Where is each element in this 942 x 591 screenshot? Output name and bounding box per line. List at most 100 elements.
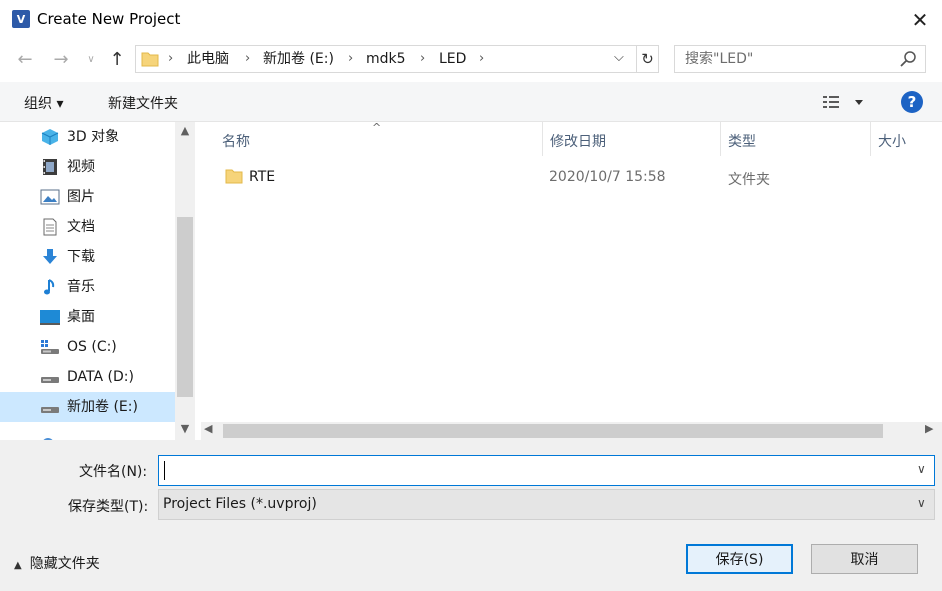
documents-icon — [43, 218, 57, 236]
desktop-icon — [40, 310, 60, 325]
breadcrumb-separator: › — [168, 51, 174, 66]
command-toolbar: 组织 ▾ 新建文件夹 ? — [0, 82, 942, 122]
scroll-down-arrow-icon[interactable]: ▼ — [175, 422, 195, 438]
help-icon: ? — [907, 93, 917, 111]
nav-item-label: 文档 — [67, 219, 95, 235]
filetype-select[interactable]: Project Files (*.uvproj) ∨ — [158, 489, 935, 520]
address-dropdown[interactable]: ⌵ — [614, 50, 624, 65]
nav-scrollbar[interactable]: ▲ ▼ — [175, 122, 195, 440]
back-button[interactable]: ← — [14, 48, 36, 70]
hide-folders-label: 隐藏文件夹 — [29, 556, 100, 572]
chevron-down-icon: ∨ — [87, 53, 95, 65]
nav-item-label: 桌面 — [67, 309, 95, 325]
drive-icon — [41, 407, 59, 413]
file-name: RTE — [249, 169, 276, 185]
video-icon — [43, 159, 57, 175]
arrow-left-icon: ← — [17, 48, 33, 70]
nav-item-videos[interactable]: 视频 — [0, 152, 175, 182]
nav-item-partial[interactable] — [0, 422, 175, 440]
title-bar: V Create New Project ✕ — [0, 0, 942, 38]
view-options-button[interactable] — [823, 93, 867, 111]
sort-ascending-icon: ^ — [372, 122, 382, 134]
folder-icon — [225, 169, 243, 184]
nav-item-label: 3D 对象 — [67, 129, 120, 145]
scroll-up-arrow-icon[interactable]: ▲ — [175, 124, 195, 140]
column-header-label: 类型 — [728, 134, 756, 150]
nav-item-documents[interactable]: 文档 — [0, 212, 175, 242]
music-icon — [44, 279, 55, 295]
window-title: Create New Project — [37, 10, 181, 28]
navigation-pane[interactable]: 3D 对象 视频 图片 文档 下载 音乐 桌面 OS (C:) DATA (D:… — [0, 122, 195, 440]
chevron-down-icon — [855, 100, 863, 105]
chevron-down-icon[interactable]: ∨ — [917, 496, 926, 510]
chevron-down-icon[interactable]: ∨ — [917, 462, 926, 476]
scroll-right-arrow-icon[interactable]: ▶ — [925, 422, 933, 435]
refresh-button[interactable]: ↻ — [636, 46, 658, 72]
search-box[interactable] — [674, 45, 926, 73]
breadcrumb-drive-e[interactable]: 新加卷 (E:) — [263, 50, 334, 68]
breadcrumb-led[interactable]: LED — [439, 50, 466, 68]
forward-button[interactable]: → — [50, 48, 72, 70]
table-row[interactable]: RTE 2020/10/7 15:58 文件夹 — [201, 160, 921, 194]
breadcrumb-this-pc[interactable]: 此电脑 — [187, 50, 229, 68]
column-header-type[interactable]: 类型 — [721, 122, 871, 156]
column-header-size[interactable]: 大小 — [871, 122, 942, 156]
scroll-left-arrow-icon[interactable]: ◀ — [204, 422, 212, 435]
breadcrumb-separator: › — [479, 51, 485, 66]
breadcrumb-mdk5[interactable]: mdk5 — [366, 50, 406, 68]
filename-combobox[interactable]: ∨ — [158, 455, 935, 486]
nav-item-3d-objects[interactable]: 3D 对象 — [0, 122, 175, 152]
column-header-label: 大小 — [878, 134, 906, 150]
filetype-value: Project Files (*.uvproj) — [163, 496, 317, 512]
nav-item-downloads[interactable]: 下载 — [0, 242, 175, 272]
address-row: ← → ∨ ↑ › 此电脑 › 新加卷 (E:) › mdk5 › LED › … — [0, 38, 942, 82]
column-header-label: 修改日期 — [550, 134, 606, 150]
new-folder-button[interactable]: 新建文件夹 — [108, 93, 178, 113]
nav-item-drive-d[interactable]: DATA (D:) — [0, 362, 175, 392]
filename-input[interactable] — [163, 461, 903, 481]
filename-label: 文件名(N): — [79, 464, 148, 480]
drive-icon — [41, 377, 59, 383]
recent-locations-button[interactable]: ∨ — [84, 48, 98, 70]
file-list[interactable]: 名称 ^ 修改日期 类型 大小 RTE 2020/10/7 15:58 文件夹 … — [201, 122, 942, 440]
drive-c-icon — [41, 340, 59, 354]
breadcrumb-separator: › — [245, 51, 251, 66]
arrow-up-icon: ↑ — [109, 48, 125, 70]
breadcrumb-separator: › — [348, 51, 354, 66]
scroll-thumb[interactable] — [223, 424, 883, 438]
organize-button[interactable]: 组织 ▾ — [24, 93, 63, 113]
nav-item-music[interactable]: 音乐 — [0, 272, 175, 302]
nav-item-drive-e[interactable]: 新加卷 (E:) — [0, 392, 175, 422]
save-form: 文件名(N): ∨ 保存类型(T): Project Files (*.uvpr… — [0, 440, 942, 591]
nav-item-label: DATA (D:) — [67, 369, 134, 385]
file-modified: 2020/10/7 15:58 — [549, 169, 666, 185]
up-button[interactable]: ↑ — [106, 48, 128, 70]
help-button[interactable]: ? — [901, 91, 923, 113]
details-view-icon — [823, 96, 839, 108]
chevron-up-icon: ▲ — [14, 560, 22, 571]
horizontal-scrollbar[interactable]: ◀ ▶ — [201, 422, 942, 440]
search-input[interactable] — [685, 50, 885, 68]
filetype-label: 保存类型(T): — [68, 499, 149, 515]
cancel-button[interactable]: 取消 — [811, 544, 918, 574]
text-caret — [164, 461, 165, 480]
nav-item-label: OS (C:) — [67, 339, 117, 355]
nav-item-drive-c[interactable]: OS (C:) — [0, 332, 175, 362]
nav-item-label: 视频 — [67, 159, 95, 175]
scroll-thumb[interactable] — [177, 217, 193, 397]
save-button[interactable]: 保存(S) — [686, 544, 793, 574]
3d-objects-icon — [41, 129, 59, 145]
nav-item-label: 下载 — [67, 249, 95, 265]
downloads-icon — [43, 249, 57, 264]
hide-folders-button[interactable]: ▲ 隐藏文件夹 — [14, 553, 100, 573]
file-type: 文件夹 — [728, 172, 770, 188]
nav-item-label: 音乐 — [67, 279, 95, 295]
column-header-modified[interactable]: 修改日期 — [543, 122, 721, 156]
nav-item-pictures[interactable]: 图片 — [0, 182, 175, 212]
close-icon: ✕ — [911, 8, 929, 32]
arrow-right-icon: → — [53, 48, 69, 70]
close-button[interactable]: ✕ — [898, 4, 942, 36]
nav-item-desktop[interactable]: 桌面 — [0, 302, 175, 332]
address-bar[interactable]: › 此电脑 › 新加卷 (E:) › mdk5 › LED › ⌵ ↻ — [135, 45, 659, 73]
app-icon: V — [12, 10, 30, 28]
